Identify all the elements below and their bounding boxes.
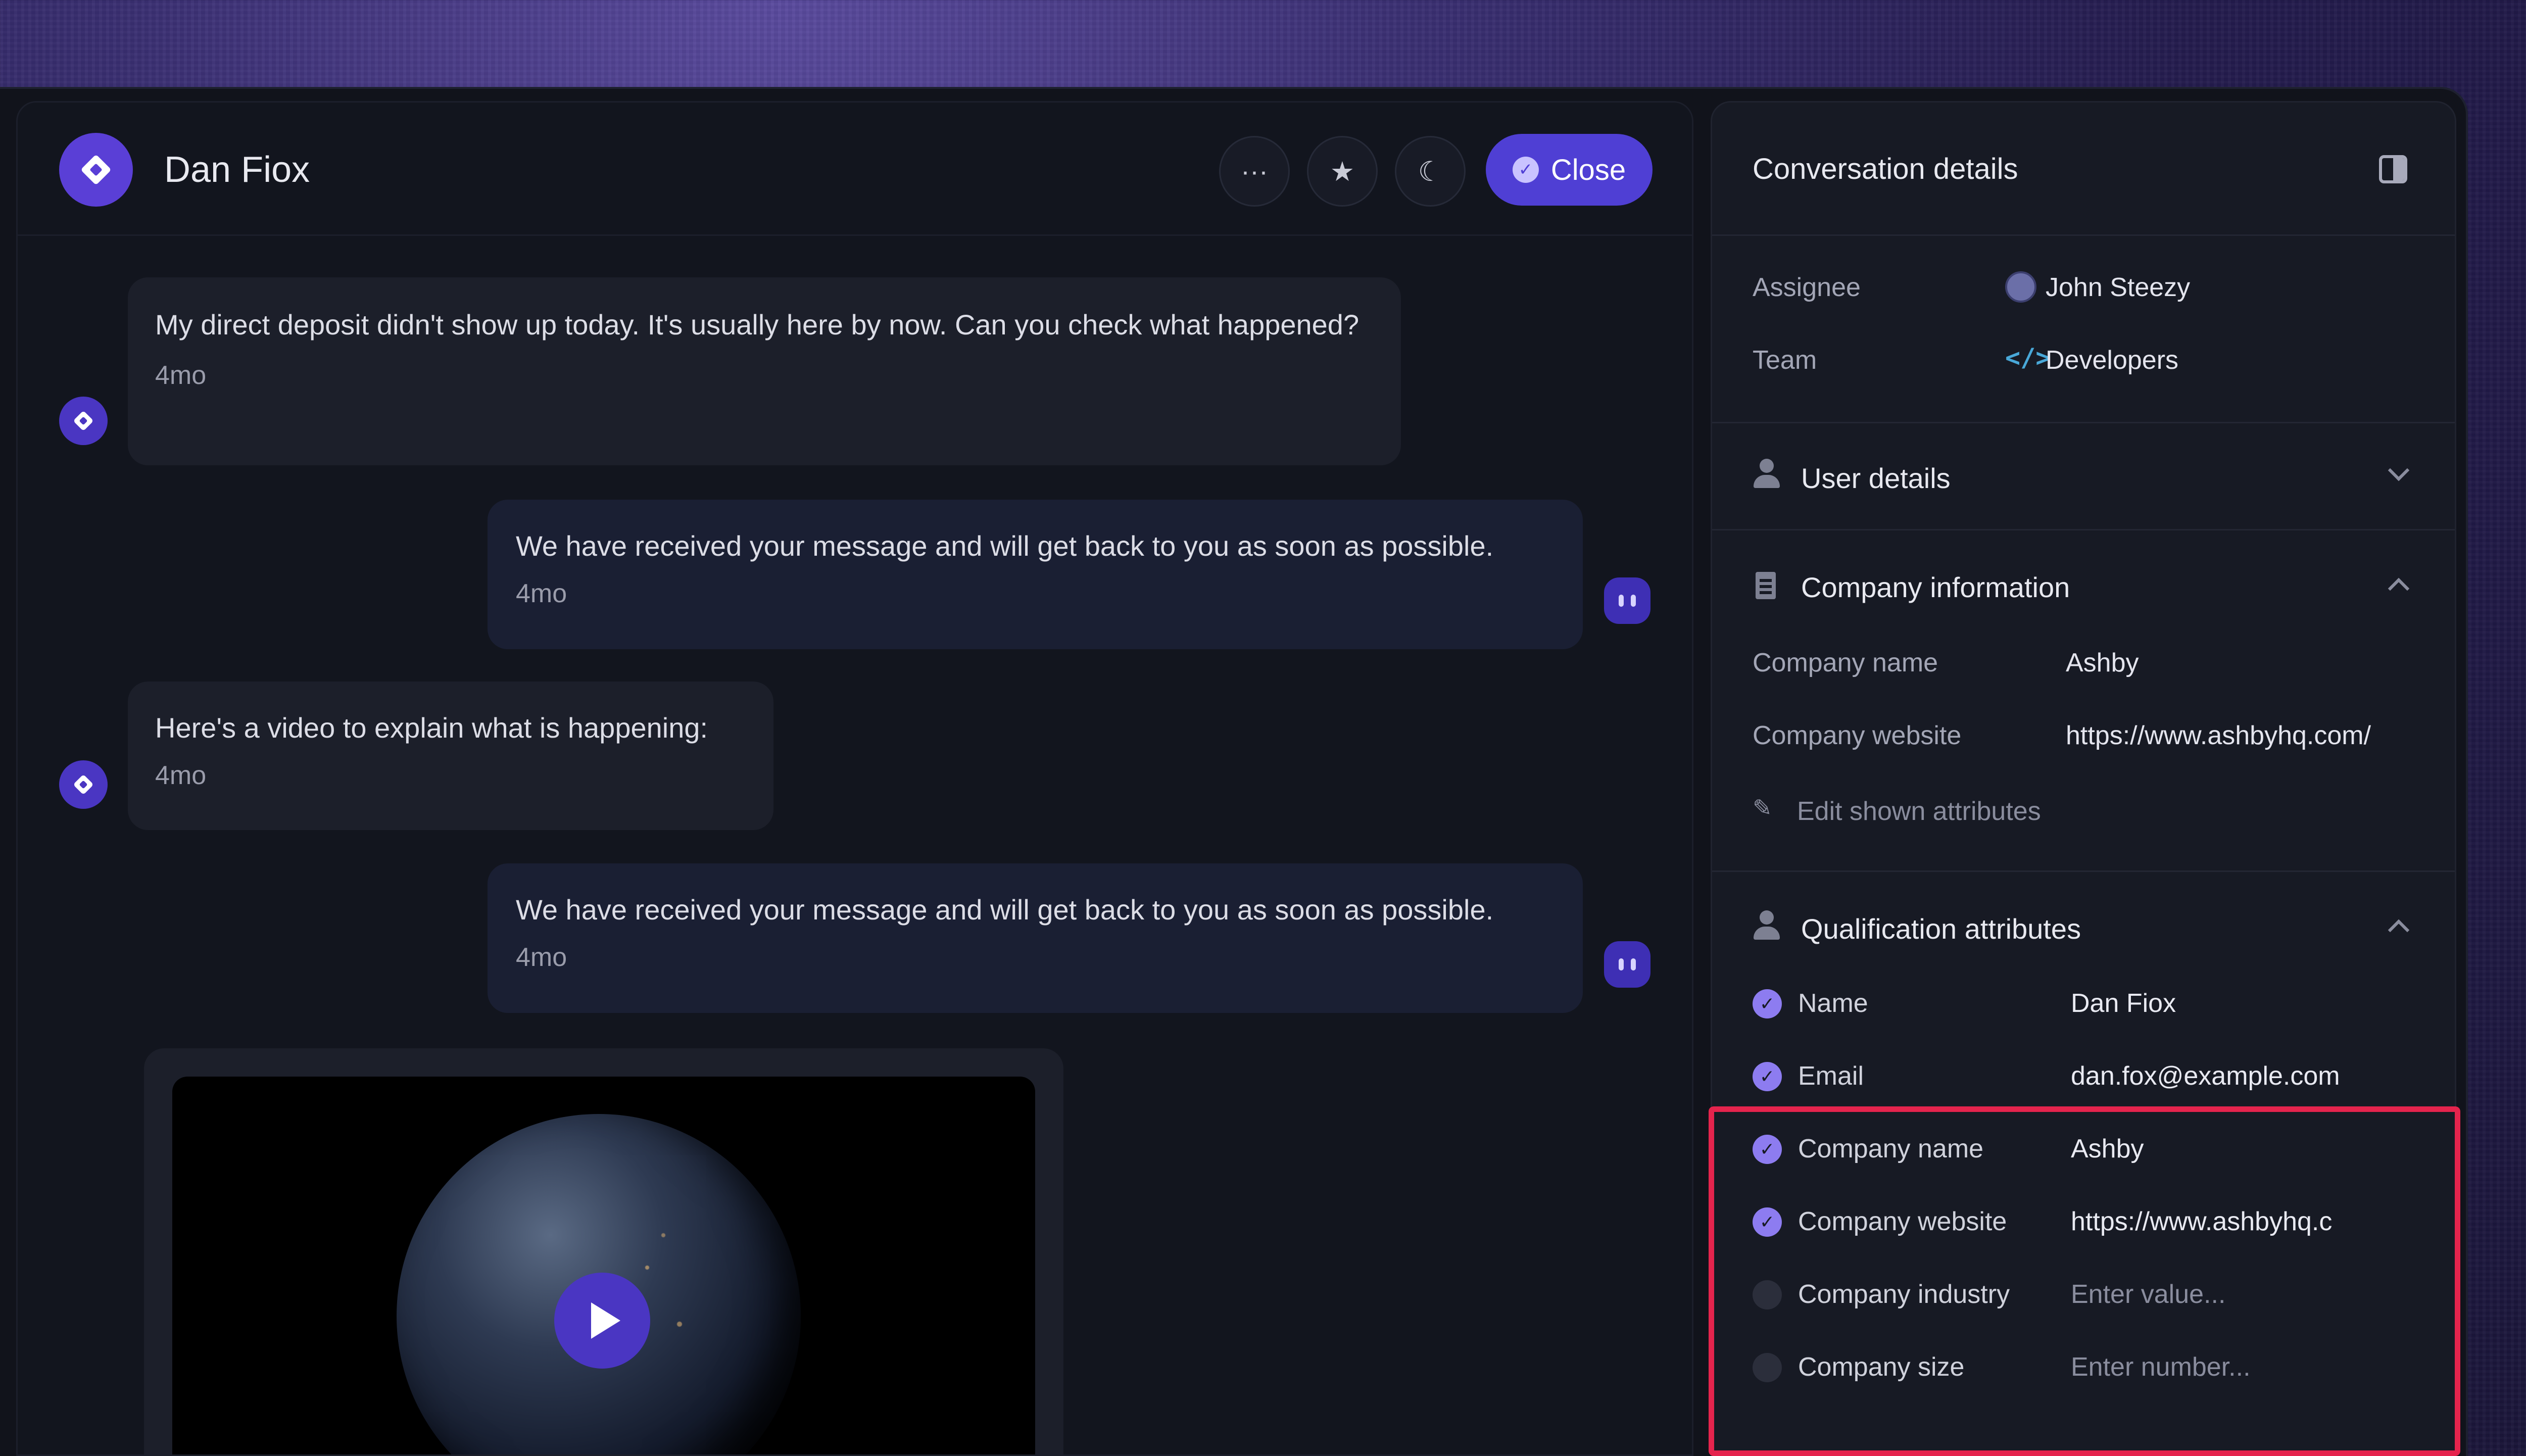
user-details-section[interactable]: User details [1712, 422, 2455, 529]
company-website-row: Company website https://www.ashbyhq.com/ [1753, 720, 2414, 751]
star-icon: ★ [1330, 156, 1355, 187]
company-name-row: Company name Ashby [1753, 648, 2414, 678]
message-text: My direct deposit didn't show up today. … [155, 309, 1359, 341]
diamond-icon [73, 774, 93, 795]
contact-name[interactable]: Dan Fiox [164, 149, 310, 190]
message-bubble-incoming[interactable]: My direct deposit didn't show up today. … [128, 277, 1401, 465]
assignee-row: Assignee John Steezy [1753, 271, 2414, 303]
person-icon [1753, 459, 1781, 489]
play-icon[interactable] [554, 1273, 650, 1369]
chevron-down-icon [2388, 459, 2410, 481]
company-website-label: Company website [1753, 721, 1962, 750]
qualification-label: Email [1798, 1061, 1864, 1091]
message-time: 4mo [155, 361, 207, 390]
video-player[interactable] [172, 1077, 1035, 1454]
edit-attributes-label: Edit shown attributes [1797, 797, 2041, 826]
code-icon: </> [2005, 343, 2051, 372]
building-icon [1756, 572, 1776, 599]
star-button[interactable]: ★ [1307, 136, 1378, 207]
message-bubble-outgoing[interactable]: We have received your message and will g… [488, 500, 1583, 649]
check-circle-icon: ✓ [1512, 157, 1539, 183]
details-header: Conversation details [1712, 103, 2455, 236]
message-time: 4mo [155, 761, 207, 790]
message-bubble-incoming[interactable]: Here's a video to explain what is happen… [128, 682, 773, 830]
team-label: Team [1753, 346, 1817, 375]
pencil-icon: ✎ [1753, 795, 1772, 821]
company-name-label: Company name [1753, 648, 1938, 677]
check-circle-icon: ✓ [1753, 989, 1782, 1018]
team-value[interactable]: Developers [2046, 345, 2178, 375]
sidebar-toggle-icon[interactable] [2379, 155, 2407, 183]
contact-avatar-small [59, 760, 108, 809]
highlight-box [1709, 1106, 2460, 1456]
assignee-avatar [2005, 271, 2036, 303]
qualification-value[interactable]: Dan Fiox [2071, 988, 2176, 1018]
qualification-attributes-title[interactable]: Qualification attributes [1801, 912, 2081, 945]
close-button-label: Close [1550, 153, 1626, 186]
user-details-title: User details [1801, 462, 1951, 494]
moon-icon: ☾ [1418, 156, 1443, 187]
bot-avatar [1604, 577, 1650, 624]
chevron-up-icon[interactable] [2388, 577, 2410, 600]
video-message [144, 1048, 1063, 1454]
assignee-value[interactable]: John Steezy [2046, 272, 2190, 303]
company-information-title[interactable]: Company information [1801, 571, 2070, 604]
message-time: 4mo [516, 943, 567, 972]
company-name-value: Ashby [2066, 648, 2139, 677]
message-time: 4mo [516, 579, 567, 608]
qualification-value[interactable]: dan.fox@example.com [2071, 1061, 2340, 1091]
message-bubble-outgoing[interactable]: We have received your message and will g… [488, 863, 1583, 1013]
message-text: We have received your message and will g… [516, 894, 1494, 926]
check-circle-icon: ✓ [1753, 1062, 1782, 1091]
conversation-pane: Dan Fiox ··· ★ ☾ ✓ Close My direct depos… [16, 101, 1693, 1456]
company-website-value[interactable]: https://www.ashbyhq.com/ [2066, 720, 2371, 751]
contact-avatar-small [59, 397, 108, 445]
message-text: Here's a video to explain what is happen… [155, 712, 708, 744]
close-conversation-button[interactable]: ✓ Close [1486, 134, 1653, 206]
details-title: Conversation details [1753, 153, 2018, 185]
bot-avatar [1604, 941, 1650, 988]
assignee-label: Assignee [1753, 273, 1861, 302]
chevron-up-icon[interactable] [2388, 919, 2410, 941]
team-row: Team </> Developers [1753, 343, 2414, 375]
diamond-icon [81, 155, 111, 185]
qualification-label: Name [1798, 989, 1868, 1018]
more-options-button[interactable]: ··· [1219, 136, 1290, 207]
snooze-button[interactable]: ☾ [1395, 136, 1466, 207]
message-text: We have received your message and will g… [516, 530, 1494, 562]
ellipsis-icon: ··· [1241, 156, 1268, 186]
person-icon [1753, 910, 1781, 941]
company-information-section: Company information Company name Ashby C… [1712, 529, 2455, 870]
diamond-icon [73, 411, 93, 431]
contact-avatar[interactable] [59, 133, 133, 207]
conversation-header: Dan Fiox ··· ★ ☾ ✓ Close [18, 103, 1692, 236]
